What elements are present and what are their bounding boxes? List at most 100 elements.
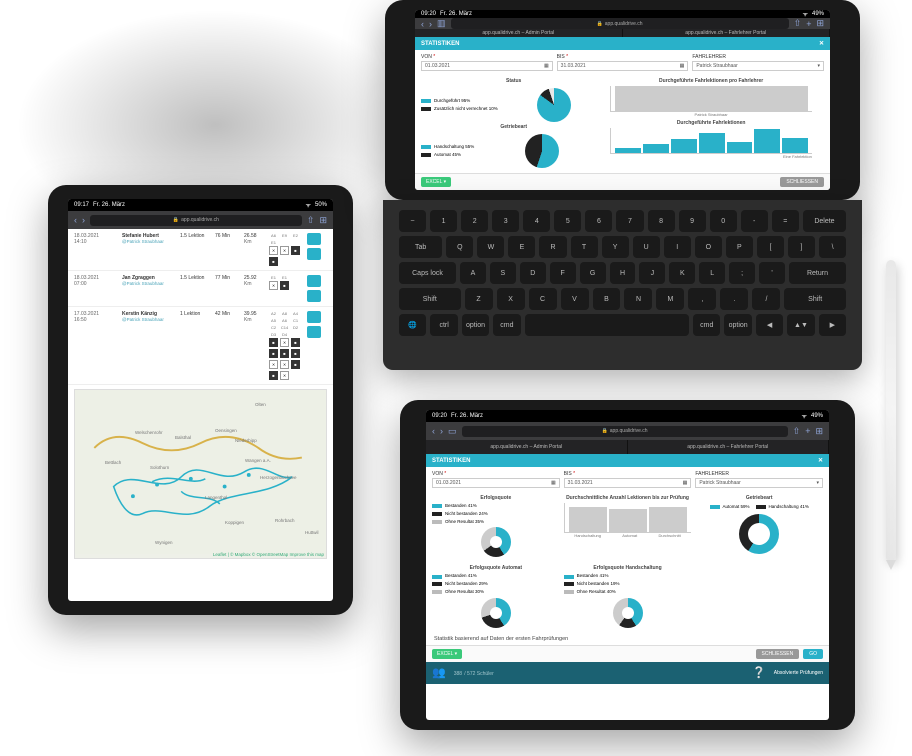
new-tab-icon[interactable]: + xyxy=(806,19,811,29)
key[interactable]: L xyxy=(699,262,725,284)
help-icon[interactable]: ❔ xyxy=(752,666,766,679)
tab-lehrer[interactable]: app.qualidrive.ch – Fahrlehrer Portal xyxy=(623,29,831,37)
key[interactable]: M xyxy=(656,288,684,310)
address-bar[interactable]: 🔒app.qualidrive.ch xyxy=(90,215,302,226)
go-button[interactable]: GO xyxy=(803,649,823,659)
share-icon[interactable]: ⇧ xyxy=(794,18,802,29)
back-icon[interactable]: ‹ xyxy=(432,426,435,436)
key[interactable]: 1 xyxy=(430,210,457,232)
action-button[interactable] xyxy=(307,290,321,302)
key[interactable]: 8 xyxy=(648,210,675,232)
key[interactable]: cmd xyxy=(493,314,520,336)
key[interactable]: V xyxy=(561,288,589,310)
key[interactable]: K xyxy=(669,262,695,284)
address-bar[interactable]: 🔒app.qualidrive.ch xyxy=(451,18,789,29)
key[interactable]: R xyxy=(539,236,566,258)
von-input[interactable]: 01.03.2021▦ xyxy=(421,61,553,71)
bis-input[interactable]: 31.03.2021▦ xyxy=(564,478,692,488)
key[interactable]: C xyxy=(529,288,557,310)
key[interactable]: O xyxy=(695,236,722,258)
key[interactable]: H xyxy=(610,262,636,284)
key[interactable]: Y xyxy=(602,236,629,258)
key[interactable]: ◀ xyxy=(756,314,783,336)
new-tab-icon[interactable]: + xyxy=(805,426,810,436)
excel-button[interactable]: EXCEL ▾ xyxy=(432,649,462,659)
share-icon[interactable]: ⇧ xyxy=(307,215,315,226)
back-icon[interactable]: ‹ xyxy=(74,215,77,225)
key[interactable]: \ xyxy=(819,236,846,258)
key[interactable]: B xyxy=(593,288,621,310)
menu-pruefungen[interactable]: Absolvierte Prüfungen xyxy=(774,670,823,676)
key[interactable]: ~ xyxy=(399,210,426,232)
tabs-icon[interactable]: ⊞ xyxy=(816,18,824,29)
share-icon[interactable]: ⇧ xyxy=(793,426,801,437)
tab-admin[interactable]: app.qualidrive.ch – Admin Portal xyxy=(415,29,623,37)
key[interactable]: Return xyxy=(789,262,846,284)
key[interactable]: Delete xyxy=(803,210,846,232)
key[interactable]: W xyxy=(477,236,504,258)
forward-icon[interactable]: › xyxy=(82,215,85,225)
address-bar[interactable]: 🔒app.qualidrive.ch xyxy=(462,426,788,437)
bis-input[interactable]: 31.03.2021▦ xyxy=(557,61,689,71)
route-map[interactable]: +− OltenOensingenNiederbippWangen a.A.He… xyxy=(74,389,327,559)
key[interactable]: 9 xyxy=(679,210,706,232)
key[interactable]: 5 xyxy=(554,210,581,232)
back-icon[interactable]: ‹ xyxy=(421,19,424,29)
key[interactable]: G xyxy=(580,262,606,284)
key[interactable]: Tab xyxy=(399,236,442,258)
tabs-icon[interactable]: ⊞ xyxy=(319,215,327,226)
smart-keyboard[interactable]: ~1234567890-=DeleteTabQWERTYUIOP[]\Caps … xyxy=(383,200,862,370)
key[interactable]: . xyxy=(720,288,748,310)
key[interactable]: - xyxy=(741,210,768,232)
forward-icon[interactable]: › xyxy=(440,426,443,436)
action-button[interactable] xyxy=(307,248,321,260)
key[interactable]: T xyxy=(571,236,598,258)
key[interactable]: X xyxy=(497,288,525,310)
key[interactable]: 4 xyxy=(523,210,550,232)
action-button[interactable] xyxy=(307,311,321,323)
key[interactable]: 3 xyxy=(492,210,519,232)
key[interactable]: U xyxy=(633,236,660,258)
key[interactable]: ' xyxy=(759,262,785,284)
key[interactable]: ctrl xyxy=(430,314,457,336)
forward-icon[interactable]: › xyxy=(429,19,432,29)
key[interactable] xyxy=(525,314,689,336)
book-icon[interactable]: ▭ xyxy=(448,426,457,437)
close-icon[interactable]: ✕ xyxy=(819,40,824,47)
key[interactable]: A xyxy=(460,262,486,284)
key[interactable]: , xyxy=(688,288,716,310)
tabs-icon[interactable]: ⊞ xyxy=(815,426,823,437)
close-button[interactable]: SCHLIESSEN xyxy=(780,177,824,187)
tab-admin[interactable]: app.qualidrive.ch – Admin Portal xyxy=(426,440,628,454)
key[interactable]: 0 xyxy=(710,210,737,232)
key[interactable]: option xyxy=(724,314,751,336)
key[interactable]: Shift xyxy=(784,288,846,310)
key[interactable]: ; xyxy=(729,262,755,284)
key[interactable]: option xyxy=(462,314,489,336)
key[interactable]: Z xyxy=(465,288,493,310)
key[interactable]: N xyxy=(624,288,652,310)
key[interactable]: 🌐 xyxy=(399,314,426,336)
key[interactable]: Q xyxy=(446,236,473,258)
key[interactable]: 6 xyxy=(585,210,612,232)
key[interactable]: I xyxy=(664,236,691,258)
key[interactable]: ] xyxy=(788,236,815,258)
close-icon[interactable]: ✕ xyxy=(818,457,823,464)
key[interactable]: 7 xyxy=(616,210,643,232)
key[interactable]: = xyxy=(772,210,799,232)
lehrer-select[interactable]: Patrick Straubhaar▾ xyxy=(692,61,824,71)
key[interactable]: Shift xyxy=(399,288,461,310)
key[interactable]: [ xyxy=(757,236,784,258)
sidebar-icon[interactable]: ▥ xyxy=(437,18,446,29)
key[interactable]: ▲▼ xyxy=(787,314,814,336)
von-input[interactable]: 01.03.2021▦ xyxy=(432,478,560,488)
key[interactable]: D xyxy=(520,262,546,284)
key[interactable]: J xyxy=(639,262,665,284)
key[interactable]: S xyxy=(490,262,516,284)
key[interactable]: P xyxy=(726,236,753,258)
key[interactable]: E xyxy=(508,236,535,258)
action-button[interactable] xyxy=(307,326,321,338)
key[interactable]: / xyxy=(752,288,780,310)
key[interactable]: Caps lock xyxy=(399,262,456,284)
action-button[interactable] xyxy=(307,275,321,287)
